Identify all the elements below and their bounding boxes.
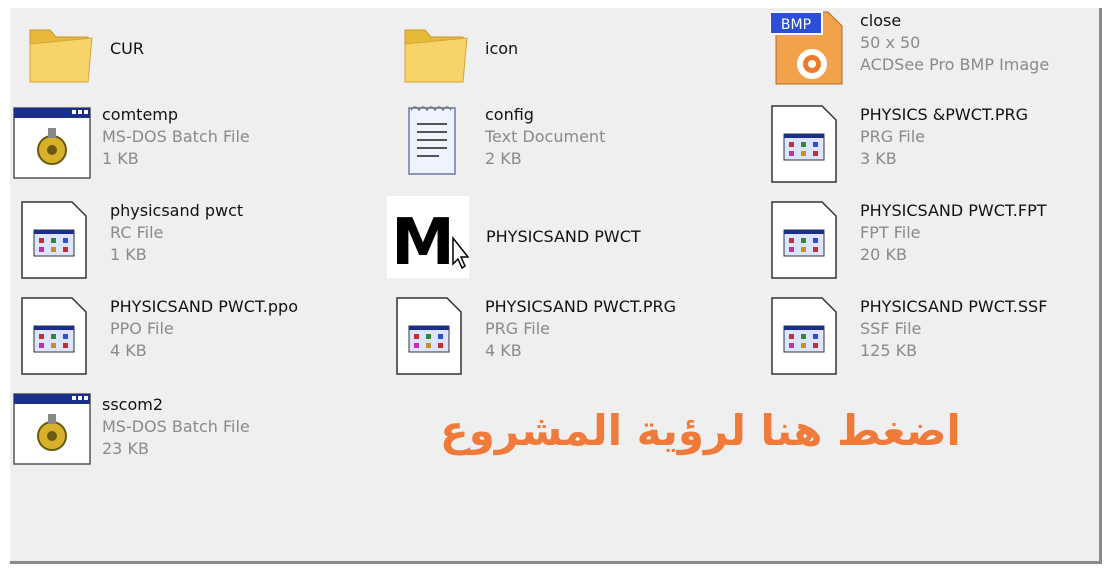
file-item-physicsand-pwct-exe[interactable]: M PHYSICSAND PWCT xyxy=(387,196,757,286)
file-item-config[interactable]: config Text Document 2 KB xyxy=(395,102,765,192)
file-size: 4 KB xyxy=(110,341,147,360)
file-name: PHYSICSAND PWCT xyxy=(486,227,641,246)
file-type: PPO File xyxy=(110,319,174,338)
folder-icon xyxy=(20,14,100,100)
file-type: 50 x 50 xyxy=(860,33,921,52)
file-size: 4 KB xyxy=(485,341,522,360)
file-name: CUR xyxy=(110,39,144,58)
file-size: 125 KB xyxy=(860,341,918,360)
file-name: config xyxy=(485,105,534,124)
generic-file-icon xyxy=(20,294,100,380)
file-item-physicsand-pwct-ppo[interactable]: PHYSICSAND PWCT.ppo PPO File 4 KB xyxy=(20,294,390,384)
file-name: PHYSICSAND PWCT.ppo xyxy=(110,297,298,316)
generic-file-icon xyxy=(395,294,475,380)
file-name: icon xyxy=(485,39,519,58)
file-item-cur[interactable]: CUR xyxy=(20,14,390,104)
file-name: comtemp xyxy=(102,105,179,124)
file-type: PRG File xyxy=(860,127,926,146)
file-item-physicsand-pwct-fpt[interactable]: PHYSICSAND PWCT.FPT FPT File 20 KB xyxy=(770,198,1107,288)
file-name: PHYSICS &PWCT.PRG xyxy=(860,105,1028,124)
file-name: sscom2 xyxy=(102,395,164,414)
file-name: close xyxy=(860,11,902,30)
file-view-pane: CUR icon BMP close 50 x 50 ACDSee Pro BM… xyxy=(10,8,1102,564)
file-size: 23 KB xyxy=(102,439,149,458)
file-type: MS-DOS Batch File xyxy=(102,127,250,146)
batch-file-icon xyxy=(12,392,92,478)
file-type: Text Document xyxy=(485,127,606,146)
file-name: PHYSICSAND PWCT.PRG xyxy=(485,297,677,316)
file-size: 1 KB xyxy=(110,245,147,264)
file-size: 3 KB xyxy=(860,149,897,168)
generic-file-icon xyxy=(770,198,850,284)
generic-file-icon xyxy=(20,198,100,284)
file-item-sscom2[interactable]: sscom2 MS-DOS Batch File 23 KB xyxy=(12,392,382,482)
file-size: 2 KB xyxy=(485,149,522,168)
file-item-physics-pwct-prg[interactable]: PHYSICS &PWCT.PRG PRG File 3 KB xyxy=(770,102,1107,192)
file-type: FPT File xyxy=(860,223,921,242)
file-name: PHYSICSAND PWCT.SSF xyxy=(860,297,1048,316)
file-name: physicsand pwct xyxy=(110,201,244,220)
folder-icon xyxy=(395,14,475,100)
file-size: 20 KB xyxy=(860,245,907,264)
file-type: SSF File xyxy=(860,319,922,338)
file-item-close-bmp[interactable]: BMP close 50 x 50 ACDSee Pro BMP Image xyxy=(769,8,1107,98)
view-project-link[interactable]: اضغط هنا لرؤية المشروع xyxy=(440,406,961,455)
file-name: PHYSICSAND PWCT.FPT xyxy=(860,201,1047,220)
batch-file-icon xyxy=(12,102,92,188)
file-item-comtemp[interactable]: comtemp MS-DOS Batch File 1 KB xyxy=(12,102,382,192)
file-type: RC File xyxy=(110,223,164,242)
generic-file-icon xyxy=(770,102,850,188)
bmp-badge: BMP xyxy=(781,17,811,33)
m-app-icon: M xyxy=(387,196,470,280)
mouse-cursor-icon xyxy=(452,235,470,270)
text-document-icon xyxy=(395,102,475,188)
file-item-physicsand-pwct-rc[interactable]: physicsand pwct RC File 1 KB xyxy=(20,198,390,288)
file-type: MS-DOS Batch File xyxy=(102,417,250,436)
file-size: 1 KB xyxy=(102,149,139,168)
file-size: ACDSee Pro BMP Image xyxy=(860,55,1050,74)
file-item-physicsand-pwct-ssf[interactable]: PHYSICSAND PWCT.SSF SSF File 125 KB xyxy=(770,294,1107,384)
file-type: PRG File xyxy=(485,319,551,338)
file-item-physicsand-pwct-prg[interactable]: PHYSICSAND PWCT.PRG PRG File 4 KB xyxy=(395,294,765,384)
bmp-image-icon: BMP xyxy=(769,8,850,94)
generic-file-icon xyxy=(770,294,850,380)
m-glyph: M xyxy=(391,206,455,278)
file-item-icon[interactable]: icon xyxy=(395,14,765,104)
